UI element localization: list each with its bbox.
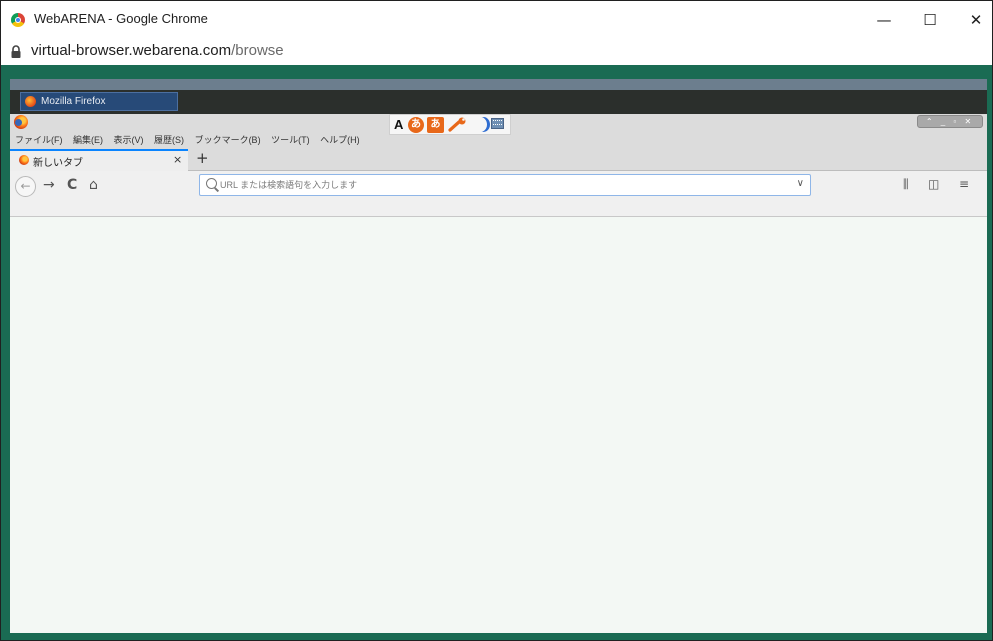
firefox-logo-icon <box>14 115 28 129</box>
firefox-tab-strip: 新しいタブ × + <box>10 149 987 171</box>
search-icon <box>206 178 217 189</box>
lock-icon <box>11 45 21 58</box>
ime-toolbar[interactable]: A あ あ <box>389 114 511 135</box>
maximize-button[interactable]: ☐ <box>910 7 950 33</box>
ime-keyboard-icon[interactable] <box>491 118 504 129</box>
menu-edit[interactable]: 編集(E) <box>73 135 103 145</box>
home-button[interactable]: ⌂ <box>89 177 98 193</box>
sidebar-icon[interactable]: ◫ <box>928 177 939 191</box>
tab-close-icon[interactable]: × <box>173 153 182 166</box>
taskbar-firefox-button[interactable]: Mozilla Firefox <box>20 92 178 111</box>
window-title: WebARENA - Google Chrome <box>34 11 208 26</box>
address-path: /browse <box>231 42 284 59</box>
menu-history[interactable]: 履歴(S) <box>154 135 184 145</box>
firefox-nav-toolbar: ← → C ⌂ ∨ ⫼ ◫ ≡ <box>10 171 987 217</box>
url-input[interactable] <box>220 177 780 193</box>
taskbar-button-label: Mozilla Firefox <box>41 96 106 107</box>
desktop-taskbar: Mozilla Firefox <box>10 90 987 115</box>
minimize-button[interactable]: — <box>864 7 904 33</box>
menu-file[interactable]: ファイル(F) <box>15 135 63 145</box>
chrome-title-bar: WebARENA - Google Chrome — ☐ ✕ <box>1 1 992 39</box>
menu-tools[interactable]: ツール(T) <box>271 135 310 145</box>
firefox-icon <box>25 96 36 107</box>
page-content-area[interactable] <box>10 217 987 633</box>
menu-help[interactable]: ヘルプ(H) <box>320 135 360 145</box>
close-button[interactable]: ✕ <box>956 7 993 33</box>
ime-hiragana-icon[interactable]: あ <box>408 117 424 133</box>
ime-penguin-icon[interactable]: A <box>394 117 403 132</box>
reload-button[interactable]: C <box>67 177 77 193</box>
chrome-address-bar[interactable]: virtual-browser.webarena.com/browse <box>1 39 992 65</box>
ime-mode-icon[interactable]: あ <box>427 117 444 133</box>
menu-view[interactable]: 表示(V) <box>114 135 144 145</box>
chrome-logo-icon <box>11 13 25 27</box>
forward-button[interactable]: → <box>43 177 55 193</box>
ime-moon-icon[interactable] <box>477 117 490 132</box>
menu-icon[interactable]: ≡ <box>959 177 969 191</box>
url-dropdown-icon[interactable]: ∨ <box>797 178 804 189</box>
menu-list: ファイル(F) 編集(E) 表示(V) 履歴(S) ブックマーク(B) ツール(… <box>15 133 368 146</box>
tab-label: 新しいタブ <box>33 158 83 169</box>
address-url[interactable]: virtual-browser.webarena.com/browse <box>31 42 284 59</box>
tab-new-tab[interactable]: 新しいタブ × <box>10 149 188 171</box>
remote-desktop[interactable]: Mozilla Firefox ファイル(F) 編集(E) 表示(V) 履歴(S… <box>10 79 987 633</box>
remote-viewport-frame: Mozilla Firefox ファイル(F) 編集(E) 表示(V) 履歴(S… <box>1 65 992 640</box>
address-host: virtual-browser.webarena.com <box>31 42 232 59</box>
ime-tool-icon[interactable] <box>447 117 471 133</box>
back-button[interactable]: ← <box>15 176 36 197</box>
url-bar[interactable]: ∨ <box>199 174 811 196</box>
firefox-window: ファイル(F) 編集(E) 表示(V) 履歴(S) ブックマーク(B) ツール(… <box>10 114 987 633</box>
firefox-menu-bar: ファイル(F) 編集(E) 表示(V) 履歴(S) ブックマーク(B) ツール(… <box>10 114 987 149</box>
window-manager-controls[interactable]: ⌃ _ ▫ ✕ <box>917 115 983 128</box>
new-tab-button[interactable]: + <box>196 149 209 167</box>
menu-bookmarks[interactable]: ブックマーク(B) <box>195 135 261 145</box>
tab-favicon-icon <box>19 155 29 165</box>
library-icon[interactable]: ⫼ <box>903 177 909 192</box>
desktop-top-strip <box>10 79 987 90</box>
chrome-window: WebARENA - Google Chrome — ☐ ✕ virtual-b… <box>0 0 993 641</box>
